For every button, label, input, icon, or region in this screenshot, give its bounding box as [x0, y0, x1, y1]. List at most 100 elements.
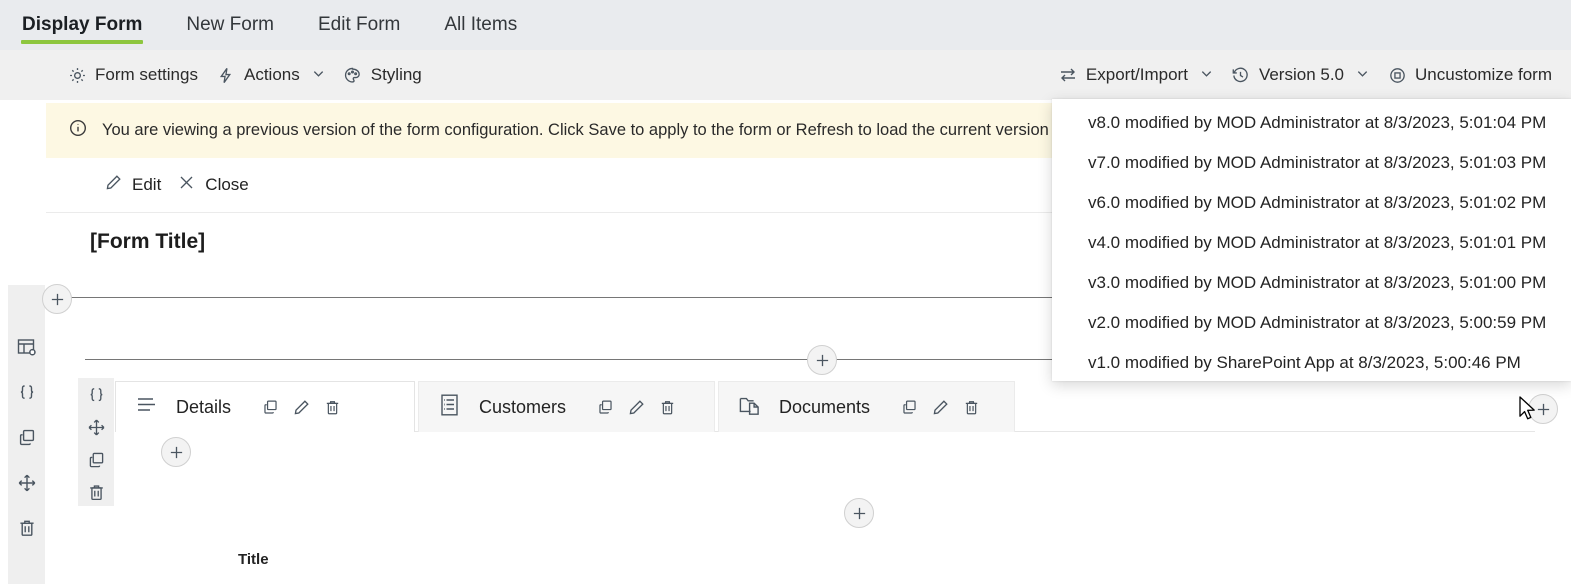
- form-tab-customers-actions: [596, 398, 677, 417]
- move-icon[interactable]: [10, 466, 44, 500]
- tab-content-pane: [115, 431, 1535, 584]
- form-tab-documents-label: Documents: [779, 397, 870, 418]
- copy-icon[interactable]: [10, 421, 44, 455]
- export-import-button[interactable]: Export/Import: [1049, 58, 1222, 92]
- folder-doc-icon: [737, 392, 763, 423]
- pencil-icon: [104, 173, 123, 197]
- add-tab-button[interactable]: [1528, 394, 1558, 424]
- menu-item-v2[interactable]: v2.0 modified by MOD Administrator at 8/…: [1052, 303, 1571, 343]
- menu-item-v8-label: v8.0 modified by MOD Administrator at 8/…: [1088, 113, 1546, 133]
- command-bar-right: Export/Import Version 5.0 Uncustomize: [1049, 50, 1561, 100]
- edit-label: Edit: [132, 175, 161, 195]
- trash-icon[interactable]: [323, 398, 342, 417]
- chevron-down-icon: [1200, 65, 1213, 85]
- copy-icon[interactable]: [261, 398, 280, 417]
- add-section-button-third[interactable]: [161, 437, 191, 467]
- version-warning-banner: You are viewing a previous version of th…: [46, 103, 1055, 158]
- stop-circle-icon: [1387, 65, 1407, 85]
- form-tab-details-label: Details: [176, 397, 231, 418]
- tab-display-form-label: Display Form: [22, 14, 142, 36]
- copy-icon[interactable]: [596, 398, 615, 417]
- info-icon: [68, 118, 88, 143]
- field-label-title: Title: [238, 551, 269, 568]
- styling-button[interactable]: Styling: [334, 58, 431, 92]
- menu-item-v4[interactable]: v4.0 modified by MOD Administrator at 8/…: [1052, 223, 1571, 263]
- menu-item-v4-label: v4.0 modified by MOD Administrator at 8/…: [1088, 233, 1546, 253]
- trash-icon[interactable]: [79, 480, 113, 507]
- app-root: Display Form New Form Edit Form All Item…: [0, 0, 1571, 584]
- tab-all-items[interactable]: All Items: [422, 0, 539, 50]
- chevron-down-icon: [312, 65, 325, 85]
- uncustomize-form-label: Uncustomize form: [1415, 65, 1552, 85]
- gear-icon: [67, 65, 87, 85]
- command-bar-left: Form settings Actions Styling: [0, 58, 431, 92]
- add-section-button-second[interactable]: [807, 345, 837, 375]
- form-command-bar: Edit Close: [46, 158, 1055, 213]
- tab-new-form[interactable]: New Form: [164, 0, 296, 50]
- menu-item-v6[interactable]: v6.0 modified by MOD Administrator at 8/…: [1052, 183, 1571, 223]
- page-title: [Form Title]: [90, 230, 205, 254]
- menu-item-v7[interactable]: v7.0 modified by MOD Administrator at 8/…: [1052, 143, 1571, 183]
- form-tab-documents[interactable]: Documents: [718, 381, 1015, 432]
- form-type-tabbar: Display Form New Form Edit Form All Item…: [0, 0, 1571, 50]
- copy-icon[interactable]: [79, 447, 113, 474]
- palette-icon: [343, 65, 363, 85]
- form-tab-customers[interactable]: Customers: [418, 381, 715, 432]
- export-import-label: Export/Import: [1086, 65, 1188, 85]
- banner-text: You are viewing a previous version of th…: [102, 121, 1098, 140]
- actions-button[interactable]: Actions: [207, 58, 334, 92]
- menu-item-v1-label: v1.0 modified by SharePoint App at 8/3/2…: [1088, 353, 1521, 373]
- trash-icon[interactable]: [962, 398, 981, 417]
- form-tab-customers-label: Customers: [479, 397, 566, 418]
- trash-icon[interactable]: [10, 511, 44, 545]
- form-settings-label: Form settings: [95, 65, 198, 85]
- chevron-down-icon: [1356, 65, 1369, 85]
- braces-icon[interactable]: [10, 376, 44, 410]
- version-label: Version 5.0: [1259, 65, 1344, 85]
- lightning-icon: [216, 65, 236, 85]
- move-icon[interactable]: [79, 415, 113, 442]
- add-section-button-fourth[interactable]: [844, 498, 874, 528]
- tab-edit-form[interactable]: Edit Form: [296, 0, 422, 50]
- menu-item-v6-label: v6.0 modified by MOD Administrator at 8/…: [1088, 193, 1546, 213]
- container-toolbar-tab: [78, 378, 114, 506]
- menu-item-v8[interactable]: v8.0 modified by MOD Administrator at 8/…: [1052, 103, 1571, 143]
- layout-settings-icon[interactable]: [10, 331, 44, 365]
- actions-label: Actions: [244, 65, 300, 85]
- lines-icon: [134, 392, 160, 423]
- pencil-icon[interactable]: [292, 398, 311, 417]
- tab-edit-form-label: Edit Form: [318, 14, 400, 36]
- edit-button[interactable]: Edit: [96, 168, 169, 202]
- trash-icon[interactable]: [658, 398, 677, 417]
- pencil-icon[interactable]: [627, 398, 646, 417]
- form-settings-button[interactable]: Form settings: [58, 58, 207, 92]
- copy-icon[interactable]: [900, 398, 919, 417]
- version-button[interactable]: Version 5.0: [1222, 58, 1378, 92]
- history-icon: [1231, 65, 1251, 85]
- form-tab-details-actions: [261, 398, 342, 417]
- menu-item-v3[interactable]: v3.0 modified by MOD Administrator at 8/…: [1052, 263, 1571, 303]
- tab-new-form-label: New Form: [186, 14, 274, 36]
- uncustomize-form-button[interactable]: Uncustomize form: [1378, 58, 1561, 92]
- command-bar: Form settings Actions Styling: [0, 50, 1571, 100]
- menu-item-v2-label: v2.0 modified by MOD Administrator at 8/…: [1088, 313, 1546, 333]
- close-button[interactable]: Close: [169, 168, 256, 202]
- pencil-icon[interactable]: [931, 398, 950, 417]
- container-toolbar-outer: [8, 285, 45, 584]
- swap-icon: [1058, 65, 1078, 85]
- form-tab-strip: Details Customers: [115, 381, 1015, 432]
- close-icon: [177, 173, 196, 197]
- menu-item-v1[interactable]: v1.0 modified by SharePoint App at 8/3/2…: [1052, 343, 1571, 383]
- version-dropdown-menu: v8.0 modified by MOD Administrator at 8/…: [1052, 99, 1571, 381]
- close-label: Close: [205, 175, 248, 195]
- menu-item-v3-label: v3.0 modified by MOD Administrator at 8/…: [1088, 273, 1546, 293]
- menu-item-v7-label: v7.0 modified by MOD Administrator at 8/…: [1088, 153, 1546, 173]
- tab-all-items-label: All Items: [444, 14, 517, 36]
- form-tab-documents-actions: [900, 398, 981, 417]
- form-tab-details[interactable]: Details: [115, 381, 415, 432]
- tab-display-form[interactable]: Display Form: [0, 0, 164, 50]
- styling-label: Styling: [371, 65, 422, 85]
- braces-icon[interactable]: [79, 382, 113, 409]
- list-icon: [437, 392, 463, 423]
- add-section-button-top[interactable]: [42, 284, 72, 314]
